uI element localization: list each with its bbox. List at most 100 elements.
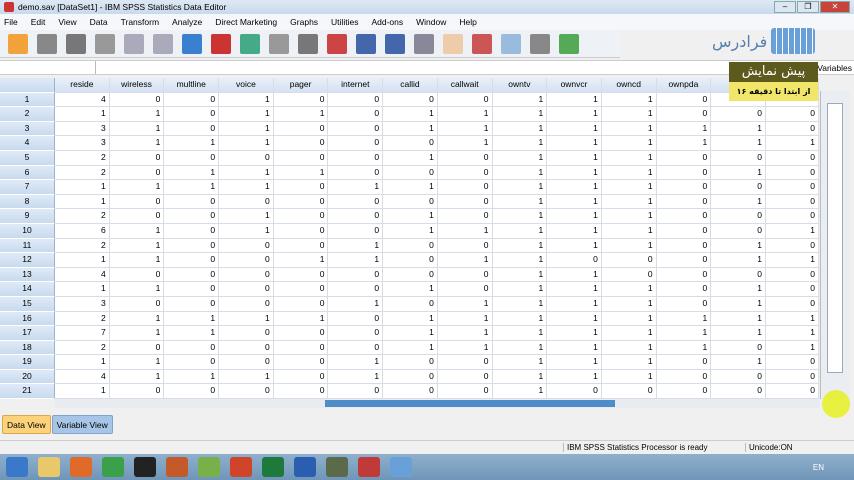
data-cell[interactable]: 1 bbox=[601, 296, 657, 312]
notepad-icon[interactable] bbox=[198, 457, 220, 477]
data-cell[interactable]: 1 bbox=[601, 180, 657, 195]
data-cell[interactable]: 1 bbox=[547, 355, 602, 370]
data-cell[interactable]: 0 bbox=[656, 296, 712, 312]
row-header[interactable]: 14 bbox=[0, 282, 55, 297]
goto-variable-icon[interactable] bbox=[211, 33, 231, 54]
data-cell[interactable]: 0 bbox=[656, 282, 712, 297]
horizontal-scrollbar[interactable] bbox=[55, 399, 820, 408]
cell-reference-field[interactable] bbox=[0, 61, 96, 74]
data-cell[interactable]: 0 bbox=[547, 384, 602, 400]
data-cell[interactable]: 1 bbox=[601, 238, 657, 254]
column-header-wireless[interactable]: wireless bbox=[109, 78, 165, 93]
data-cell[interactable]: 0 bbox=[656, 209, 712, 224]
data-cell[interactable]: 0 bbox=[273, 209, 329, 224]
data-cell[interactable]: 0 bbox=[164, 296, 220, 312]
row-header[interactable]: 8 bbox=[0, 194, 55, 210]
column-header-ownpda[interactable]: ownpda bbox=[656, 78, 712, 93]
column-header-reside[interactable]: reside bbox=[55, 78, 110, 93]
minimize-button[interactable]: – bbox=[774, 1, 796, 13]
data-cell[interactable]: 0 bbox=[437, 165, 493, 181]
data-cell[interactable]: 1 bbox=[109, 180, 165, 195]
insert-cases-icon[interactable] bbox=[327, 33, 347, 54]
data-cell[interactable]: 1 bbox=[711, 194, 766, 210]
menu-data[interactable]: Data bbox=[90, 17, 108, 27]
data-cell[interactable]: 0 bbox=[164, 92, 220, 108]
data-cell[interactable]: 1 bbox=[547, 267, 602, 283]
data-cell[interactable]: 0 bbox=[273, 340, 329, 356]
data-cell[interactable]: 1 bbox=[219, 136, 274, 151]
data-cell[interactable]: 1 bbox=[164, 369, 220, 385]
data-cell[interactable]: 0 bbox=[164, 209, 220, 224]
chrome-icon[interactable] bbox=[102, 457, 124, 477]
data-cell[interactable]: 1 bbox=[109, 326, 165, 341]
data-cell[interactable]: 1 bbox=[437, 136, 493, 151]
data-cell[interactable]: 0 bbox=[437, 194, 493, 210]
scroll-thumb[interactable] bbox=[325, 400, 615, 407]
value-labels-icon[interactable] bbox=[472, 33, 492, 54]
data-cell[interactable]: 1 bbox=[492, 326, 548, 341]
data-cell[interactable]: 1 bbox=[601, 326, 657, 341]
data-cell[interactable]: 1 bbox=[383, 180, 438, 195]
data-cell[interactable]: 0 bbox=[656, 238, 712, 254]
data-cell[interactable]: 1 bbox=[601, 92, 657, 108]
data-cell[interactable]: 1 bbox=[547, 150, 602, 166]
data-cell[interactable]: 1 bbox=[383, 340, 438, 356]
data-cell[interactable]: 0 bbox=[711, 209, 766, 224]
data-cell[interactable]: 1 bbox=[328, 296, 384, 312]
data-cell[interactable]: 0 bbox=[273, 369, 329, 385]
data-cell[interactable]: 0 bbox=[164, 238, 220, 254]
data-cell[interactable]: 1 bbox=[547, 107, 602, 122]
data-cell[interactable]: 0 bbox=[437, 92, 493, 108]
data-cell[interactable]: 0 bbox=[164, 340, 220, 356]
data-cell[interactable]: 1 bbox=[273, 253, 329, 268]
spell-check-icon[interactable] bbox=[559, 33, 579, 54]
data-cell[interactable]: 1 bbox=[492, 238, 548, 254]
dialog-recall-icon[interactable] bbox=[95, 33, 115, 54]
data-cell[interactable]: 0 bbox=[109, 384, 165, 400]
data-cell[interactable]: 1 bbox=[601, 107, 657, 122]
spss-icon[interactable] bbox=[390, 457, 412, 477]
row-header[interactable]: 12 bbox=[0, 253, 55, 268]
data-cell[interactable]: 0 bbox=[273, 92, 329, 108]
data-cell[interactable]: 2 bbox=[55, 238, 110, 254]
data-cell[interactable]: 1 bbox=[765, 311, 819, 327]
data-cell[interactable]: 1 bbox=[437, 311, 493, 327]
tab-variable-view[interactable]: Variable View bbox=[51, 415, 113, 434]
data-cell[interactable]: 0 bbox=[164, 107, 220, 122]
data-cell[interactable]: 1 bbox=[219, 107, 274, 122]
data-cell[interactable]: 1 bbox=[547, 296, 602, 312]
data-cell[interactable]: 1 bbox=[383, 282, 438, 297]
data-cell[interactable]: 1 bbox=[601, 136, 657, 151]
data-cell[interactable]: 1 bbox=[711, 282, 766, 297]
data-cell[interactable]: 1 bbox=[547, 209, 602, 224]
data-cell[interactable]: 0 bbox=[273, 267, 329, 283]
restore-button[interactable]: ❐ bbox=[797, 1, 819, 13]
data-cell[interactable]: 0 bbox=[328, 136, 384, 151]
data-cell[interactable]: 0 bbox=[328, 311, 384, 327]
data-cell[interactable]: 1 bbox=[328, 355, 384, 370]
data-cell[interactable]: 0 bbox=[109, 165, 165, 181]
data-cell[interactable]: 0 bbox=[765, 150, 819, 166]
menu-help[interactable]: Help bbox=[459, 17, 476, 27]
data-cell[interactable]: 1 bbox=[219, 369, 274, 385]
data-cell[interactable]: 0 bbox=[328, 107, 384, 122]
data-cell[interactable]: 1 bbox=[656, 340, 712, 356]
row-header[interactable]: 7 bbox=[0, 180, 55, 195]
row-header[interactable]: 18 bbox=[0, 340, 55, 356]
data-cell[interactable]: 1 bbox=[437, 296, 493, 312]
data-cell[interactable]: 1 bbox=[656, 121, 712, 137]
row-header[interactable]: 21 bbox=[0, 384, 55, 400]
data-cell[interactable]: 1 bbox=[656, 136, 712, 151]
data-cell[interactable]: 0 bbox=[383, 355, 438, 370]
data-cell[interactable]: 0 bbox=[219, 150, 274, 166]
data-cell[interactable]: 1 bbox=[547, 340, 602, 356]
row-header[interactable]: 5 bbox=[0, 150, 55, 166]
data-cell[interactable]: 1 bbox=[601, 355, 657, 370]
data-cell[interactable]: 1 bbox=[765, 136, 819, 151]
data-cell[interactable]: 1 bbox=[164, 165, 220, 181]
data-cell[interactable]: 1 bbox=[547, 238, 602, 254]
data-cell[interactable]: 1 bbox=[164, 311, 220, 327]
menu-utilities[interactable]: Utilities bbox=[331, 17, 358, 27]
data-cell[interactable]: 0 bbox=[328, 384, 384, 400]
data-cell[interactable]: 1 bbox=[547, 92, 602, 108]
